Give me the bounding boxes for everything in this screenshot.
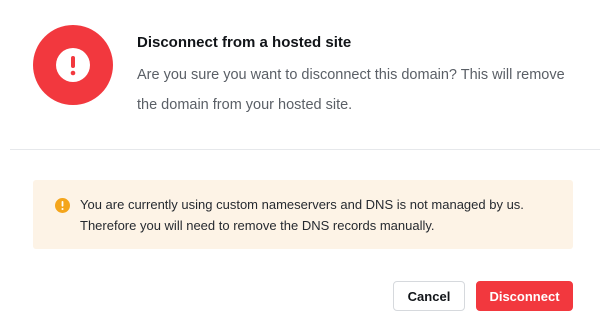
alert-badge xyxy=(33,25,113,105)
warning-icon xyxy=(55,198,70,213)
disconnect-dialog: Disconnect from a hosted site Are you su… xyxy=(0,0,610,336)
dialog-message: Are you sure you want to disconnect this… xyxy=(137,67,565,113)
notice-text: You are currently using custom nameserve… xyxy=(80,197,524,233)
dns-notice: You are currently using custom nameserve… xyxy=(33,180,573,249)
divider xyxy=(10,149,600,150)
dialog-title: Disconnect from a hosted site xyxy=(137,34,352,51)
disconnect-button[interactable]: Disconnect xyxy=(476,281,573,311)
alert-exclamation-icon xyxy=(56,48,90,82)
cancel-button[interactable]: Cancel xyxy=(393,281,465,311)
